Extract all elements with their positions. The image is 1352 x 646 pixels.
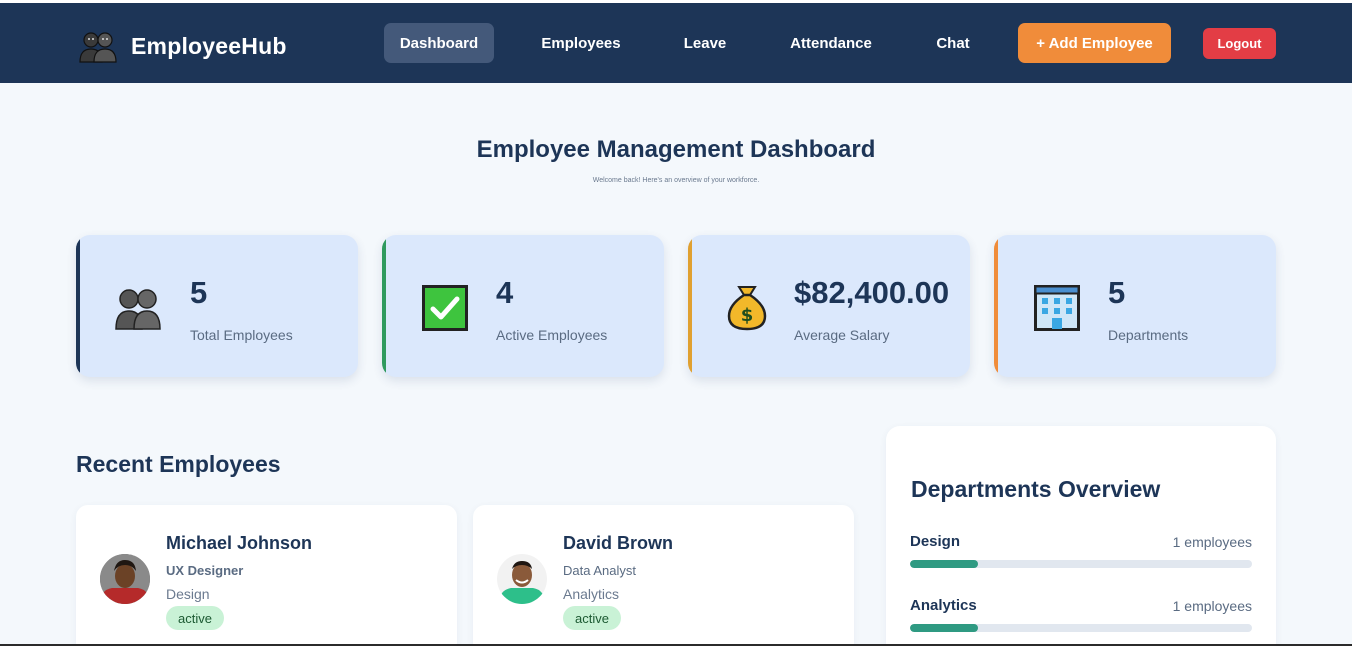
department-count: 1 employees [1172, 534, 1252, 550]
stat-value: $82,400.00 [794, 275, 950, 310]
money-bag-icon: $ [726, 283, 774, 331]
department-row: Design 1 employees [910, 533, 1252, 573]
department-name: Analytics [910, 597, 977, 614]
navbar: EmployeeHub Dashboard Employees Leave At… [0, 3, 1352, 83]
add-employee-button[interactable]: + Add Employee [1018, 23, 1171, 63]
stat-card-departments: 5 Departments [994, 235, 1276, 377]
stat-card-average-salary: $ $82,400.00 Average Salary [688, 235, 970, 377]
recent-employees-title: Recent Employees [76, 451, 281, 477]
stat-label: Active Employees [496, 327, 608, 343]
people-icon [114, 285, 162, 331]
departments-overview-panel: Departments Overview Design 1 employees … [886, 426, 1276, 646]
employee-name: David Brown [563, 533, 674, 553]
department-progress-fill [910, 560, 979, 568]
svg-text:$: $ [741, 305, 754, 326]
stat-value: 4 [496, 275, 514, 310]
status-badge: active [166, 606, 224, 630]
page-title: Employee Management Dashboard [476, 136, 876, 163]
card-accent [688, 235, 692, 377]
logout-button[interactable]: Logout [1203, 28, 1276, 59]
brand-name: EmployeeHub [131, 32, 287, 59]
building-icon [1034, 285, 1082, 331]
stat-card-active-employees: 4 Active Employees [382, 235, 664, 377]
stat-label: Total Employees [190, 327, 293, 343]
nav-leave[interactable]: Leave [668, 23, 742, 63]
department-name: Design [910, 533, 961, 550]
employee-department: Analytics [563, 586, 620, 602]
avatar [100, 554, 150, 604]
employee-role: Data Analyst [563, 563, 636, 578]
department-row: Analytics 1 employees [910, 597, 1252, 637]
checkmark-icon [422, 285, 470, 331]
employee-card[interactable]: David Brown Data Analyst Analytics activ… [473, 505, 854, 646]
departments-overview-title: Departments Overview [911, 476, 1161, 502]
nav-employees[interactable]: Employees [528, 23, 634, 63]
nav-dashboard[interactable]: Dashboard [384, 23, 494, 63]
stat-value: 5 [190, 275, 208, 310]
avatar [497, 554, 547, 604]
department-progress-track [910, 560, 1252, 568]
nav-attendance[interactable]: Attendance [776, 23, 886, 63]
employee-department: Design [166, 586, 210, 602]
card-accent [382, 235, 386, 377]
brand[interactable]: EmployeeHub [79, 29, 287, 63]
page-subtitle: Welcome back! Here's an overview of your… [592, 177, 760, 184]
department-progress-fill [910, 624, 979, 632]
people-icon [79, 29, 117, 63]
stat-label: Average Salary [794, 327, 890, 343]
employee-name: Michael Johnson [166, 533, 313, 553]
department-count: 1 employees [1172, 598, 1252, 614]
stat-label: Departments [1108, 327, 1189, 343]
stat-value: 5 [1108, 275, 1126, 310]
stat-card-total-employees: 5 Total Employees [76, 235, 358, 377]
department-progress-track [910, 624, 1252, 632]
status-badge: active [563, 606, 621, 630]
card-accent [994, 235, 998, 377]
employee-card[interactable]: Michael Johnson UX Designer Design activ… [76, 505, 457, 646]
nav-chat[interactable]: Chat [920, 23, 986, 63]
employee-role: UX Designer [166, 563, 244, 578]
card-accent [76, 235, 80, 377]
